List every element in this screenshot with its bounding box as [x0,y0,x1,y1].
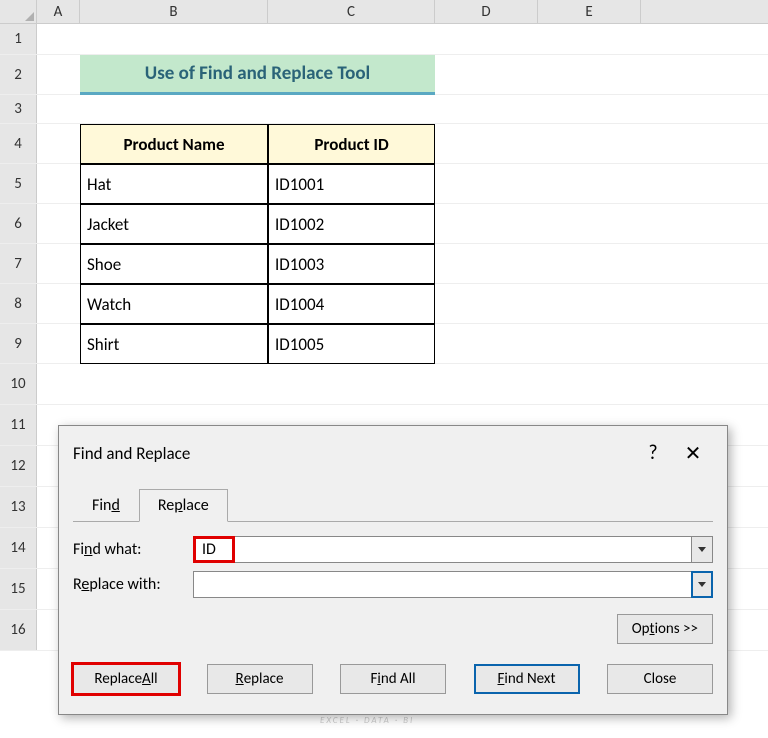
row-header-5[interactable]: 5 [0,164,37,203]
col-header-A[interactable]: A [37,0,80,23]
chevron-down-icon [698,582,706,587]
replace-button[interactable]: Replace [207,664,313,694]
find-next-button[interactable]: Find Next [474,664,580,694]
find-replace-dialog: Find and Replace ? ✕ Find Replace Find w… [58,425,728,715]
row-header-12[interactable]: 12 [0,446,37,486]
replace-with-dropdown[interactable] [691,571,713,598]
row-header-8[interactable]: 8 [0,284,37,323]
table-row[interactable]: ID1001 [268,164,435,204]
table-row[interactable]: Hat [80,164,268,204]
table-row[interactable]: ID1005 [268,324,435,364]
row-header-10[interactable]: 10 [0,364,37,404]
table-row[interactable]: Jacket [80,204,268,244]
row-header-13[interactable]: 13 [0,487,37,527]
tab-replace[interactable]: Replace [139,489,228,522]
find-what-input[interactable] [193,536,235,563]
row-header-3[interactable]: 3 [0,95,37,123]
table-header-name: Product Name [80,124,268,164]
row-header-2[interactable]: 2 [0,55,37,94]
table-row[interactable]: Watch [80,284,268,324]
table-row[interactable]: Shirt [80,324,268,364]
table-row[interactable]: ID1002 [268,204,435,244]
dialog-title: Find and Replace [73,443,633,464]
row-header-15[interactable]: 15 [0,569,37,609]
page-title: Use of Find and Replace Tool [80,55,435,95]
column-headers: A B C D E [0,0,768,24]
col-header-E[interactable]: E [538,0,641,23]
row-header-11[interactable]: 11 [0,405,37,445]
close-icon[interactable]: ✕ [673,441,713,466]
chevron-down-icon [698,547,706,552]
close-button[interactable]: Close [607,664,713,694]
row-header-16[interactable]: 16 [0,610,37,650]
select-all-corner[interactable] [0,0,37,23]
row-header-9[interactable]: 9 [0,324,37,363]
find-what-dropdown[interactable] [691,536,713,563]
find-what-label: Find what: [73,540,193,559]
help-icon[interactable]: ? [633,441,673,465]
dialog-tabs: Find Replace [73,488,713,522]
col-header-B[interactable]: B [80,0,268,23]
row-header-6[interactable]: 6 [0,204,37,243]
find-all-button[interactable]: Find All [340,664,446,694]
col-header-C[interactable]: C [268,0,435,23]
table-row[interactable]: ID1003 [268,244,435,284]
col-header-D[interactable]: D [435,0,538,23]
tab-find[interactable]: Find [73,489,139,522]
table-row[interactable]: Shoe [80,244,268,284]
replace-with-input[interactable] [193,571,692,598]
table-row[interactable]: ID1004 [268,284,435,324]
replace-with-label: Replace with: [73,575,193,594]
row-header-7[interactable]: 7 [0,244,37,283]
replace-all-button[interactable]: Replace All [73,664,179,694]
row-header-4[interactable]: 4 [0,124,37,163]
options-button[interactable]: Options >> [617,614,713,644]
row-header-1[interactable]: 1 [0,24,37,54]
table-header-id: Product ID [268,124,435,164]
find-what-input-rest[interactable] [235,536,692,563]
row-header-14[interactable]: 14 [0,528,37,568]
